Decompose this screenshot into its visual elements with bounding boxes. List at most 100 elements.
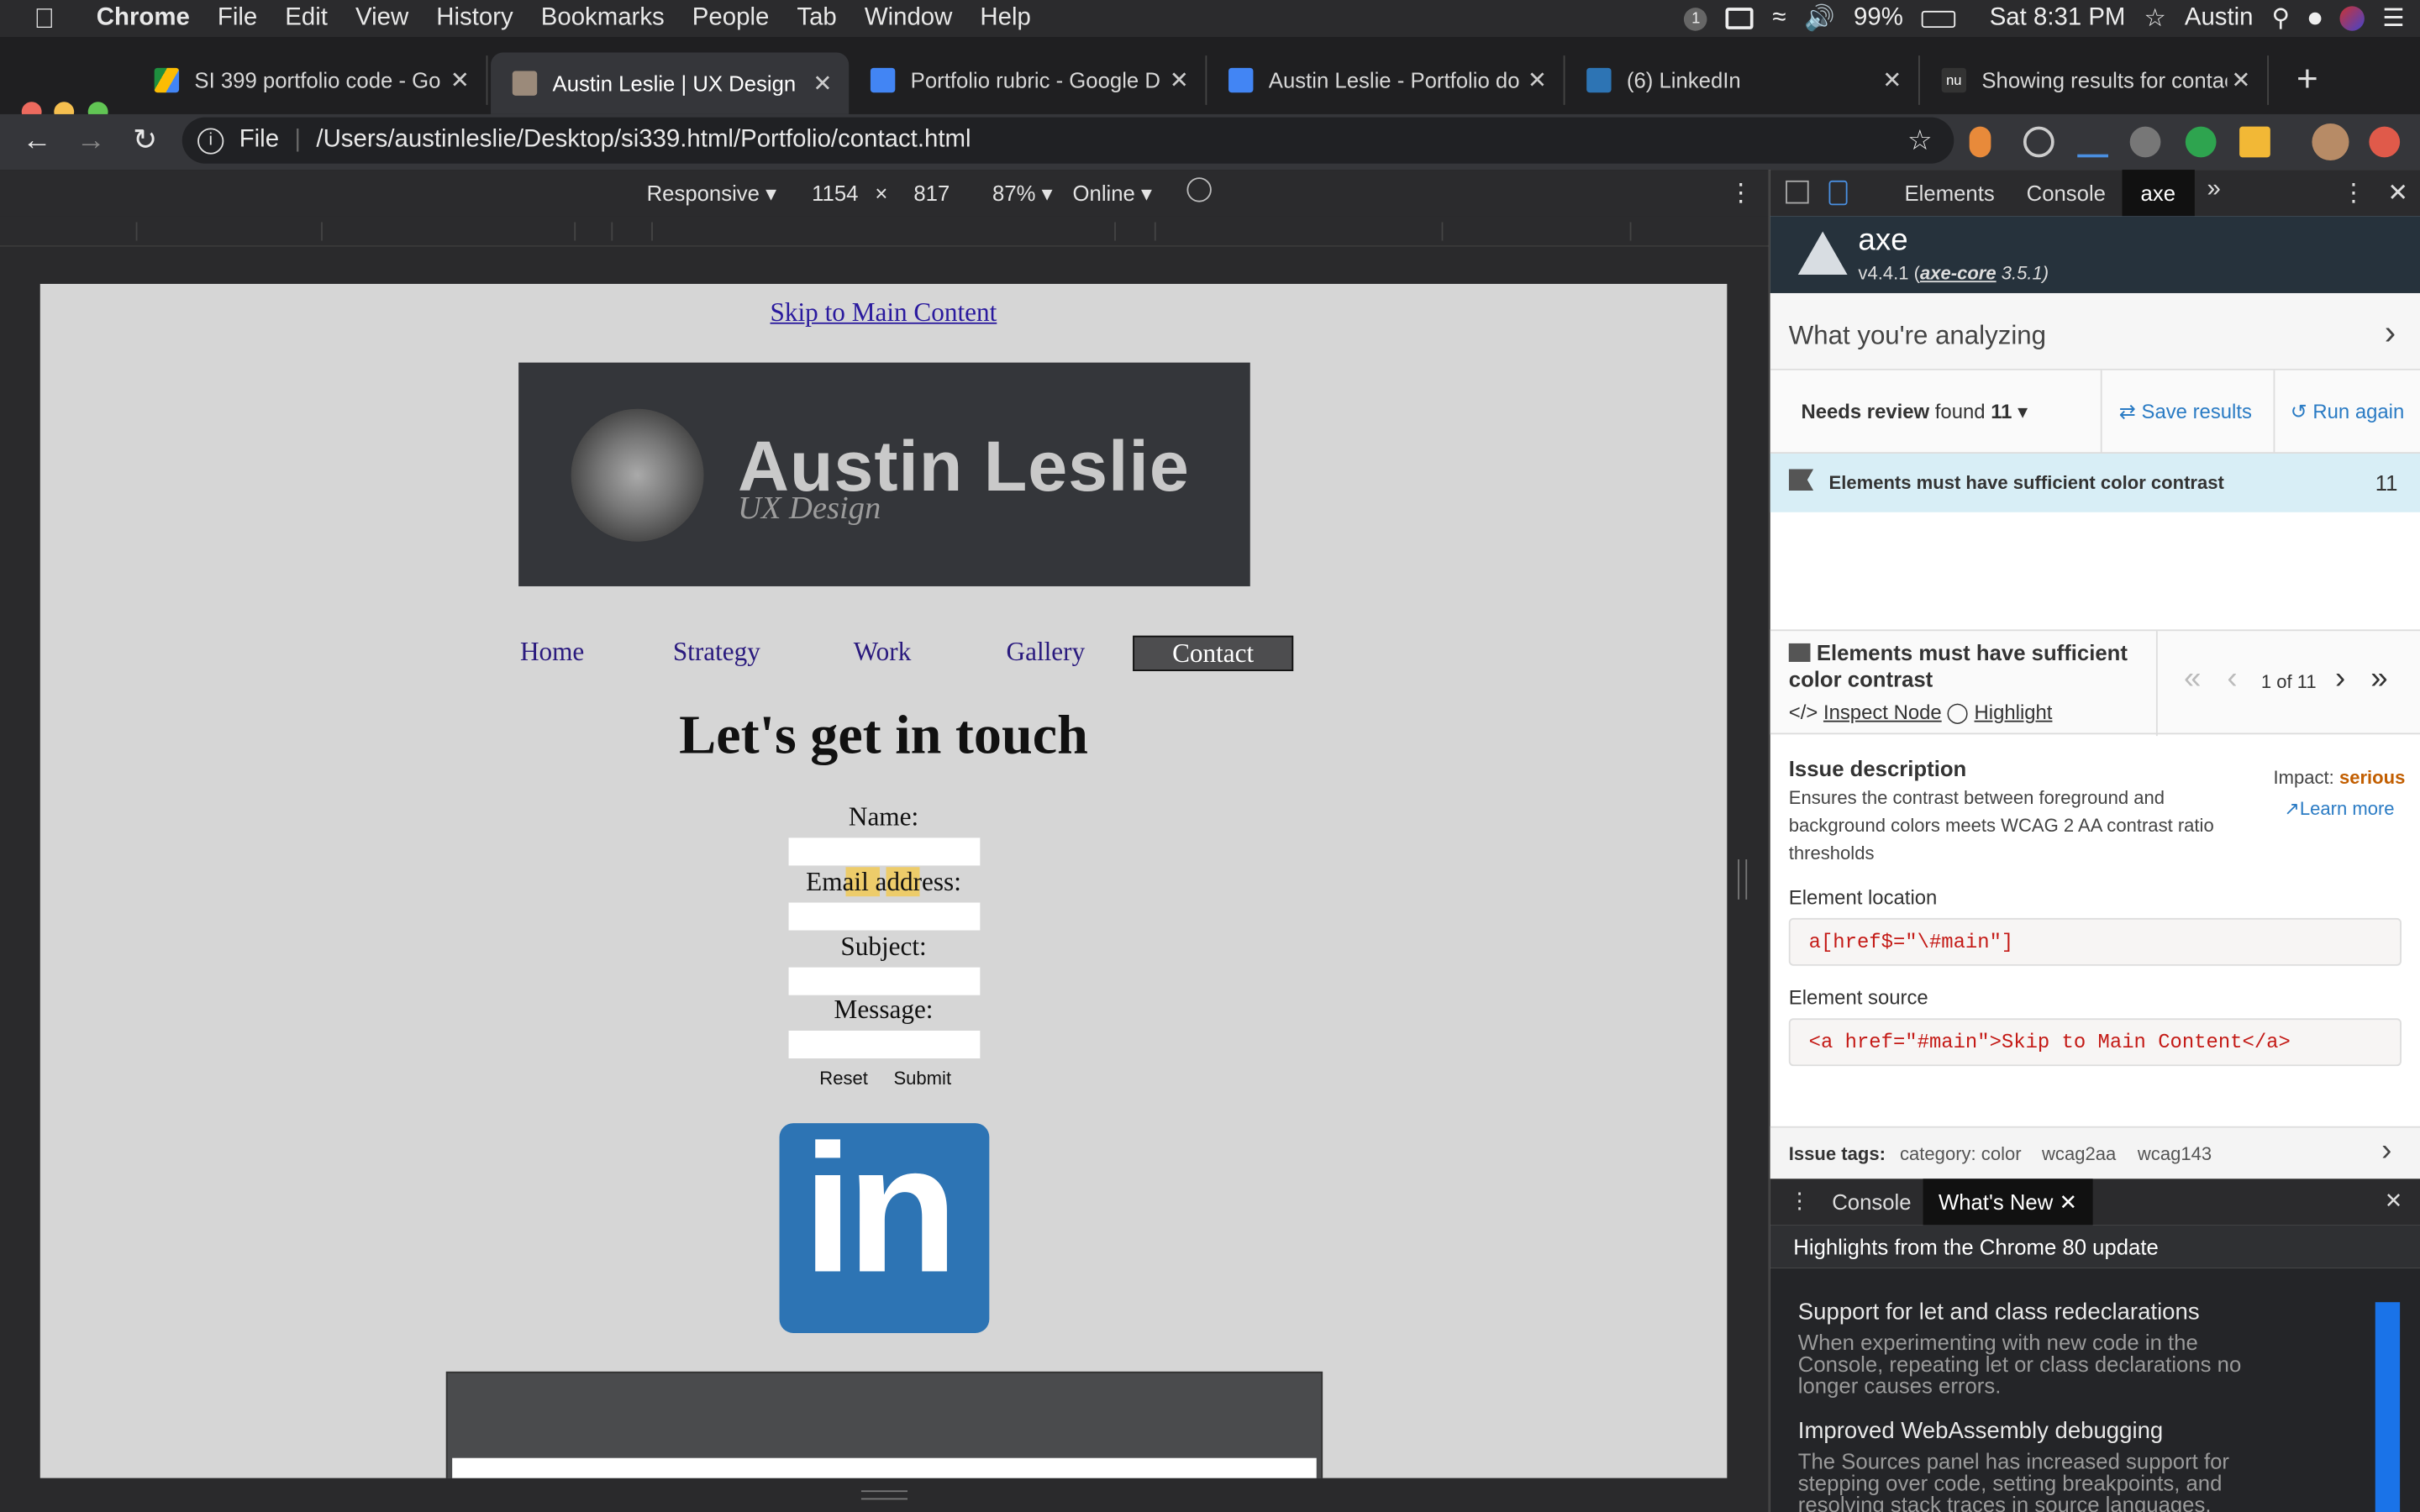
extension-icon-1[interactable]	[1969, 126, 1991, 158]
whats-new-item-title[interactable]: Support for let and class redeclarations	[1798, 1299, 2200, 1326]
whats-new-item-title[interactable]: Improved WebAssembly debugging	[1798, 1418, 2163, 1444]
drawer-tab-console[interactable]: Console	[1832, 1189, 1911, 1214]
element-source-code[interactable]: <a href="#main">Skip to Main Content</a>	[1788, 1018, 2402, 1067]
needs-review-dropdown[interactable]: Needs review found 11 ▾	[1801, 400, 2028, 424]
run-again-button[interactable]: ↺ Run again	[2291, 400, 2405, 424]
close-icon[interactable]: ✕	[1878, 66, 1906, 94]
menu-tab[interactable]: Tab	[783, 5, 850, 33]
siri-icon[interactable]	[2338, 6, 2365, 31]
drawer-tab-whats-new[interactable]: What's New ✕	[1923, 1179, 2093, 1226]
update-icon[interactable]	[2369, 126, 2401, 158]
tab-portfolio-rubric[interactable]: Portfolio rubric - Google D ✕	[849, 55, 1207, 105]
submit-button[interactable]: Submit	[893, 1068, 951, 1089]
menu-people[interactable]: People	[678, 5, 783, 33]
reset-button[interactable]: Reset	[819, 1068, 868, 1089]
notification-center-icon[interactable]: ☰	[2382, 3, 2404, 34]
nav-home[interactable]: Home	[520, 638, 584, 669]
media-query-ruler[interactable]	[0, 216, 1769, 247]
inspect-element-icon[interactable]	[1786, 180, 1809, 204]
react-devtools-icon[interactable]	[2023, 126, 2054, 158]
drawer-menu-icon[interactable]: ⋮	[1789, 1188, 1811, 1214]
close-icon[interactable]: ✕	[446, 66, 474, 94]
menu-app-name[interactable]: Chrome	[82, 5, 203, 33]
tab-axe[interactable]: axe	[2122, 170, 2195, 217]
viewport-resize-handle[interactable]	[860, 1490, 908, 1500]
highlight-button[interactable]: ◯ Highlight	[1946, 701, 2052, 725]
devtools-menu-icon[interactable]: ⋮	[2341, 177, 2365, 208]
close-icon[interactable]: ✕	[808, 70, 836, 97]
tab-console[interactable]: Console	[2027, 181, 2106, 205]
nav-gallery[interactable]: Gallery	[1007, 638, 1086, 669]
user-icon[interactable]: ☆	[2144, 3, 2165, 34]
save-results-button[interactable]: ⇄ Save results	[2119, 400, 2252, 424]
back-arrow-icon[interactable]: ←	[18, 123, 55, 160]
tab-elements[interactable]: Elements	[1905, 181, 1995, 205]
prev-issue-icon[interactable]: ‹	[2227, 662, 2237, 697]
address-bar[interactable]: i File | /Users/austinleslie/Desktop/si3…	[182, 117, 1954, 164]
email-input[interactable]	[788, 902, 981, 931]
devtools-close-icon[interactable]: ✕	[2387, 177, 2408, 208]
wifi-icon[interactable]: ≈	[1772, 5, 1786, 33]
inspect-node-button[interactable]: </> Inspect Node	[1789, 701, 1942, 724]
close-icon[interactable]: ✕	[2227, 66, 2254, 94]
info-icon[interactable]: i	[197, 127, 224, 154]
apple-icon[interactable]: 	[0, 3, 82, 35]
menu-history[interactable]: History	[423, 5, 527, 33]
clock[interactable]: Sat 8:31 PM	[1990, 5, 2126, 33]
more-options-icon[interactable]: ⋮	[1728, 177, 1753, 208]
subject-input[interactable]	[788, 967, 981, 995]
zoom-select[interactable]: 87% ▾	[992, 181, 1053, 207]
issue-tags-bar[interactable]: Issue tags: category: color wcag2aa wcag…	[1770, 1126, 2420, 1179]
menu-bookmarks[interactable]: Bookmarks	[527, 5, 678, 33]
more-tabs-icon[interactable]: »	[2207, 176, 2221, 203]
close-icon[interactable]: ✕	[1165, 66, 1193, 94]
battery-percent[interactable]: 99%	[1854, 5, 1903, 33]
tab-portfolio-doc[interactable]: Austin Leslie - Portfolio do ✕	[1207, 55, 1565, 105]
linkedin-logo-link[interactable]: in	[779, 1108, 990, 1333]
screen-share-icon[interactable]	[1726, 8, 1754, 29]
menu-help[interactable]: Help	[966, 5, 1045, 33]
battery-icon[interactable]	[1921, 9, 1956, 28]
nav-work[interactable]: Work	[854, 638, 912, 669]
extension-sketch-icon[interactable]	[2239, 126, 2270, 158]
nav-strategy[interactable]: Strategy	[673, 638, 760, 669]
new-tab-button[interactable]: +	[2296, 59, 2318, 102]
axe-core-link[interactable]: axe-core	[1920, 262, 1996, 284]
viewport-width[interactable]: 1154	[812, 181, 858, 205]
user-name[interactable]: Austin	[2185, 5, 2254, 33]
issue-list-item[interactable]: Elements must have sufficient color cont…	[1770, 454, 2420, 512]
learn-more-link[interactable]: ↗Learn more	[2284, 798, 2394, 820]
chrome-video-thumbnail[interactable]	[2375, 1302, 2401, 1512]
first-issue-icon[interactable]: «	[2184, 662, 2201, 697]
rotate-icon[interactable]	[1186, 177, 1212, 202]
notification-count-icon[interactable]: 1	[1684, 7, 1708, 30]
menu-edit[interactable]: Edit	[271, 5, 342, 33]
reload-icon[interactable]: ↻	[127, 123, 164, 160]
close-icon[interactable]: ✕	[1523, 66, 1551, 94]
last-issue-icon[interactable]: »	[2370, 662, 2387, 697]
site-logo-banner[interactable]: Austin Leslie UX Design	[518, 362, 1250, 586]
tab-si399-code[interactable]: SI 399 portfolio code - Go ✕	[133, 55, 488, 105]
spotlight-search-icon[interactable]: ⚲	[2272, 3, 2291, 34]
url-text[interactable]: /Users/austinleslie/Desktop/si339.html/P…	[316, 127, 971, 155]
menu-view[interactable]: View	[341, 5, 422, 33]
forward-arrow-icon[interactable]: →	[72, 123, 109, 160]
axe-extension-icon[interactable]	[2077, 127, 2108, 158]
device-toggle-icon[interactable]	[1828, 180, 1848, 206]
network-throttle-select[interactable]: Online ▾	[1073, 181, 1152, 207]
drawer-close-icon[interactable]: ✕	[2385, 1188, 2403, 1214]
message-input[interactable]	[788, 1030, 981, 1058]
skip-to-main-link[interactable]: Skip to Main Content	[771, 297, 997, 328]
element-location-code[interactable]: a[href$="\#main"]	[1788, 917, 2402, 966]
bookmark-star-icon[interactable]: ☆	[1907, 124, 1933, 157]
wappalyzer-icon[interactable]	[2129, 126, 2161, 158]
name-input[interactable]	[788, 837, 981, 866]
whats-new-content[interactable]: Support for let and class redeclarations…	[1770, 1268, 2420, 1512]
next-issue-icon[interactable]: ›	[2335, 662, 2345, 697]
profile-avatar[interactable]	[2312, 123, 2349, 161]
tab-search-results[interactable]: nu Showing results for contac ✕	[1920, 55, 2269, 105]
device-mode-select[interactable]: Responsive ▾	[647, 181, 776, 207]
viewport-height[interactable]: 817	[913, 181, 950, 205]
menu-window[interactable]: Window	[850, 5, 966, 33]
menu-file[interactable]: File	[203, 5, 271, 33]
